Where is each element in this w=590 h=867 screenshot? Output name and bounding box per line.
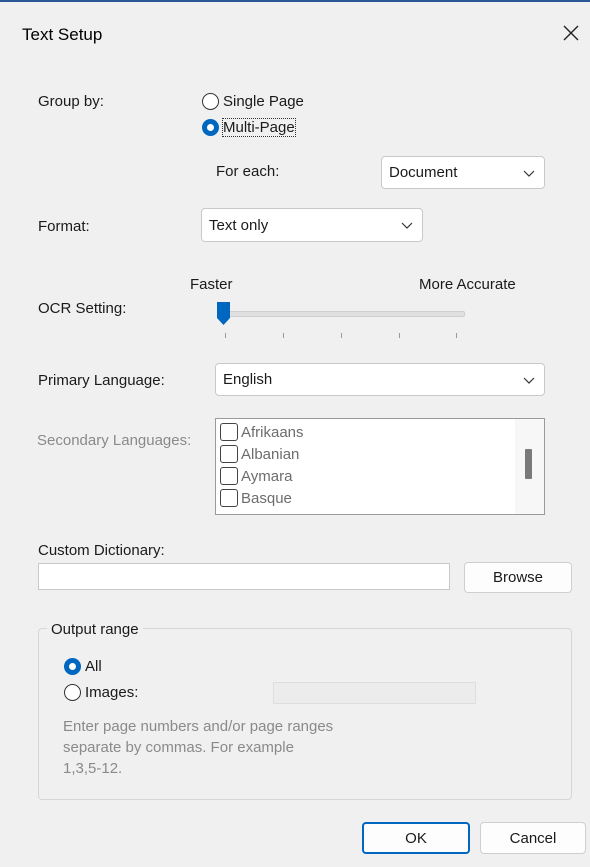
- format-label: Format:: [38, 218, 90, 235]
- radio-multi-page[interactable]: Multi-Page: [202, 118, 296, 137]
- secondary-languages-list[interactable]: Afrikaans Albanian Aymara Basque: [215, 418, 545, 515]
- ocr-min-label: Faster: [190, 276, 233, 293]
- for-each-dropdown[interactable]: Document: [381, 156, 545, 189]
- ok-button[interactable]: OK: [362, 822, 470, 854]
- custom-dictionary-field[interactable]: [38, 563, 450, 590]
- list-item-label: Albanian: [241, 445, 300, 463]
- checkbox[interactable]: [220, 423, 238, 441]
- cancel-button[interactable]: Cancel: [480, 822, 586, 854]
- list-item[interactable]: Basque: [216, 487, 516, 509]
- radio-multi-page-indicator: [202, 119, 219, 136]
- close-button[interactable]: [556, 18, 586, 48]
- output-range-legend: Output range: [47, 621, 143, 638]
- list-item-label: Basque: [241, 489, 292, 507]
- ocr-slider-thumb[interactable]: [217, 302, 230, 330]
- list-item[interactable]: Afrikaans: [216, 421, 516, 443]
- group-by-label: Group by:: [38, 93, 104, 110]
- ocr-tick: [283, 333, 284, 338]
- list-scrollbar[interactable]: [515, 419, 544, 514]
- primary-language-dropdown[interactable]: English: [215, 363, 545, 396]
- radio-all[interactable]: All: [64, 658, 102, 675]
- checkbox[interactable]: [220, 445, 238, 463]
- ocr-slider-track[interactable]: [218, 311, 465, 317]
- ocr-tick: [341, 333, 342, 338]
- chevron-down-icon: [523, 377, 535, 384]
- list-item[interactable]: Aymara: [216, 465, 516, 487]
- for-each-value: Document: [389, 164, 458, 181]
- dialog-title: Text Setup: [22, 25, 103, 44]
- checkbox[interactable]: [220, 467, 238, 485]
- ocr-setting-label: OCR Setting:: [38, 300, 127, 317]
- primary-language-value: English: [223, 371, 273, 388]
- window-top-accent: [0, 0, 590, 2]
- chevron-down-icon: [523, 170, 535, 177]
- radio-images-label: Images:: [85, 684, 139, 701]
- images-range-field[interactable]: [273, 682, 476, 704]
- secondary-languages-label: Secondary Languages:: [37, 432, 192, 449]
- ocr-tick: [399, 333, 400, 338]
- list-item[interactable]: Albanian: [216, 443, 516, 465]
- chevron-down-icon: [401, 222, 413, 229]
- format-dropdown[interactable]: Text only: [201, 208, 423, 242]
- browse-button[interactable]: Browse: [464, 562, 572, 593]
- for-each-label: For each:: [216, 163, 280, 180]
- radio-multi-page-label: Multi-Page: [222, 118, 296, 137]
- close-icon: [563, 25, 579, 41]
- format-value: Text only: [209, 216, 269, 234]
- radio-images[interactable]: Images:: [64, 684, 138, 701]
- ocr-tick: [456, 333, 457, 338]
- list-item-label: Afrikaans: [241, 423, 304, 441]
- custom-dictionary-label: Custom Dictionary:: [38, 542, 165, 559]
- radio-all-indicator: [64, 658, 81, 675]
- list-item-label: Aymara: [241, 467, 293, 485]
- ocr-tick: [225, 333, 226, 338]
- output-range-hint: Enter page numbers and/or page ranges se…: [63, 718, 334, 777]
- ocr-max-label: More Accurate: [419, 276, 516, 293]
- checkbox[interactable]: [220, 489, 238, 507]
- slider-thumb-icon: [217, 302, 230, 325]
- radio-single-page-label: Single Page: [223, 93, 304, 110]
- primary-language-label: Primary Language:: [38, 372, 165, 389]
- radio-single-page[interactable]: Single Page: [202, 93, 304, 110]
- radio-all-label: All: [85, 658, 102, 675]
- scrollbar-thumb[interactable]: [525, 449, 532, 479]
- radio-images-indicator: [64, 684, 81, 701]
- radio-single-page-indicator: [202, 93, 219, 110]
